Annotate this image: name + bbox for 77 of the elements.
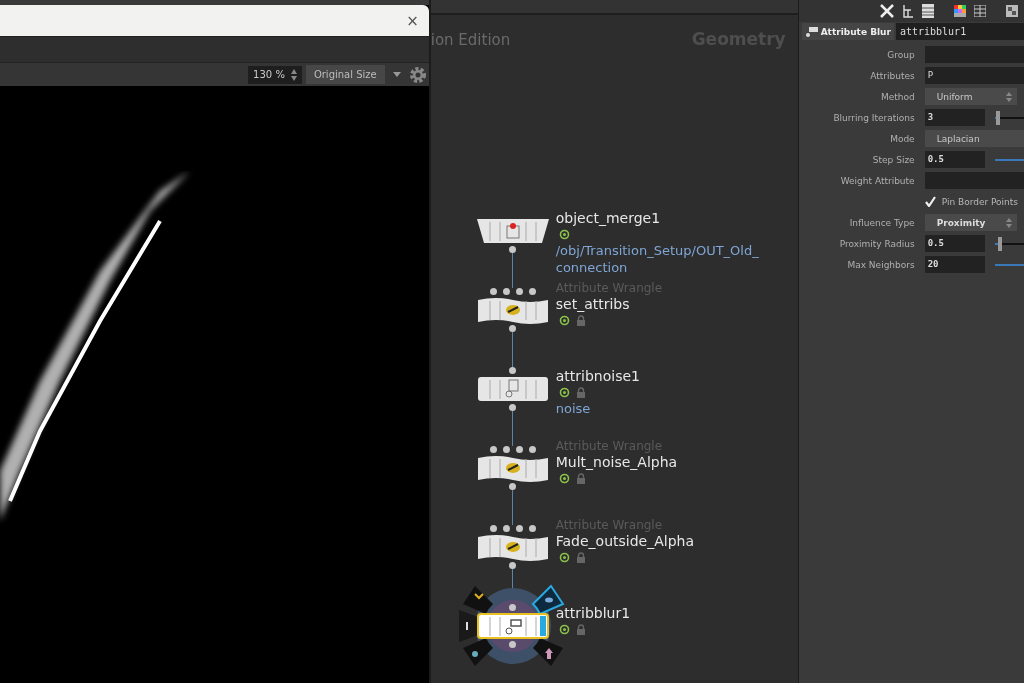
status-icon	[558, 387, 570, 398]
slider-thumb[interactable]	[997, 236, 1002, 251]
parameter-label: Attributes	[869, 70, 915, 81]
input-field[interactable]: 0.5	[924, 235, 985, 252]
node-name: Fade_outside_Alpha	[555, 532, 694, 550]
dropdown-menu[interactable]: Proximity	[924, 214, 1017, 231]
node-name: set_attribs	[555, 295, 630, 313]
blur-node-icon	[804, 25, 819, 38]
lock-icon[interactable]	[575, 624, 586, 635]
node-type-button[interactable]: Attribute Blur	[801, 23, 894, 40]
node-tile[interactable]	[475, 217, 550, 245]
node-name: attribblur1	[555, 604, 631, 622]
input-field[interactable]: 0.5	[924, 151, 985, 168]
lock-icon[interactable]	[575, 552, 586, 563]
status-icon	[558, 315, 570, 326]
node-name: Mult_noise_Alpha	[555, 453, 678, 471]
color-palette-icon[interactable]	[954, 5, 966, 17]
input-field[interactable]: 3	[924, 109, 985, 126]
input-field[interactable]: P	[924, 67, 1024, 84]
spinner-icon	[290, 68, 297, 81]
checkbox[interactable]	[924, 196, 936, 207]
checkbox-label: Pin Border Points	[941, 196, 1019, 207]
output-port[interactable]	[509, 641, 517, 648]
settings-icon[interactable]	[408, 65, 427, 84]
output-port[interactable]	[509, 325, 517, 332]
grid-icon[interactable]	[974, 5, 986, 17]
connector-line	[512, 490, 514, 525]
output-port[interactable]	[509, 562, 517, 569]
output-port[interactable]	[509, 404, 517, 411]
status-icon	[558, 552, 570, 563]
slider-thumb[interactable]	[996, 110, 1001, 125]
parameter-label: Weight Attribute	[839, 175, 915, 186]
parameter-label: Blurring Iterations	[832, 112, 915, 123]
node-tile[interactable]	[475, 296, 550, 324]
window-icon[interactable]	[1006, 5, 1018, 17]
spinner-icon	[1005, 217, 1012, 228]
mode-menu-button[interactable]: Laplacian	[924, 130, 1024, 147]
input-port[interactable]	[509, 367, 517, 374]
zoom-field[interactable]: 130 %	[248, 65, 302, 84]
parameter-label: Mode	[889, 133, 915, 144]
lock-icon[interactable]	[575, 473, 586, 484]
input-field[interactable]: 20	[924, 256, 985, 273]
status-icon	[558, 473, 570, 484]
close-button[interactable]: ×	[406, 11, 419, 30]
node-name: attribnoise1	[555, 367, 640, 385]
output-port[interactable]	[509, 483, 517, 490]
edition-label: ion Edition	[430, 31, 511, 49]
parameter-label: Step Size	[871, 154, 915, 165]
connector-line	[512, 253, 514, 288]
parameter-label: Method	[879, 91, 915, 102]
dropdown-menu[interactable]: Uniform	[924, 88, 1017, 105]
size-mode-dropdown[interactable]: Original Size	[305, 65, 385, 84]
parameter-label: Influence Type	[848, 217, 915, 228]
connector-line	[512, 411, 514, 446]
parameter-label: Max Neighbors	[846, 259, 915, 270]
node-name: object_merge1	[555, 209, 661, 227]
lock-icon[interactable]	[575, 315, 586, 326]
node-path-link[interactable]: noise	[555, 400, 766, 417]
tools-icon[interactable]	[880, 4, 894, 18]
output-port[interactable]	[509, 246, 517, 253]
input-field[interactable]	[924, 46, 1024, 63]
node-path-link[interactable]: /obj/Transition_Setup/OUT_Old_connection	[555, 242, 766, 276]
hierarchy-icon[interactable]	[902, 4, 914, 18]
input-port[interactable]	[509, 604, 517, 611]
node-tile[interactable]	[475, 533, 550, 561]
spinner-icon	[1005, 91, 1012, 102]
caret-icon[interactable]	[392, 72, 401, 77]
node-tile[interactable]	[475, 454, 550, 482]
node-tile[interactable]	[475, 612, 550, 640]
input-field[interactable]	[924, 172, 1024, 189]
status-icon	[558, 624, 570, 635]
node-name-field[interactable]: attribblur1	[895, 23, 1024, 40]
parameter-label: Proximity Radius	[838, 238, 915, 249]
connector-line	[512, 332, 514, 367]
parameter-label: Group	[886, 49, 915, 60]
lock-icon[interactable]	[575, 387, 586, 398]
node-tile[interactable]	[475, 375, 550, 403]
